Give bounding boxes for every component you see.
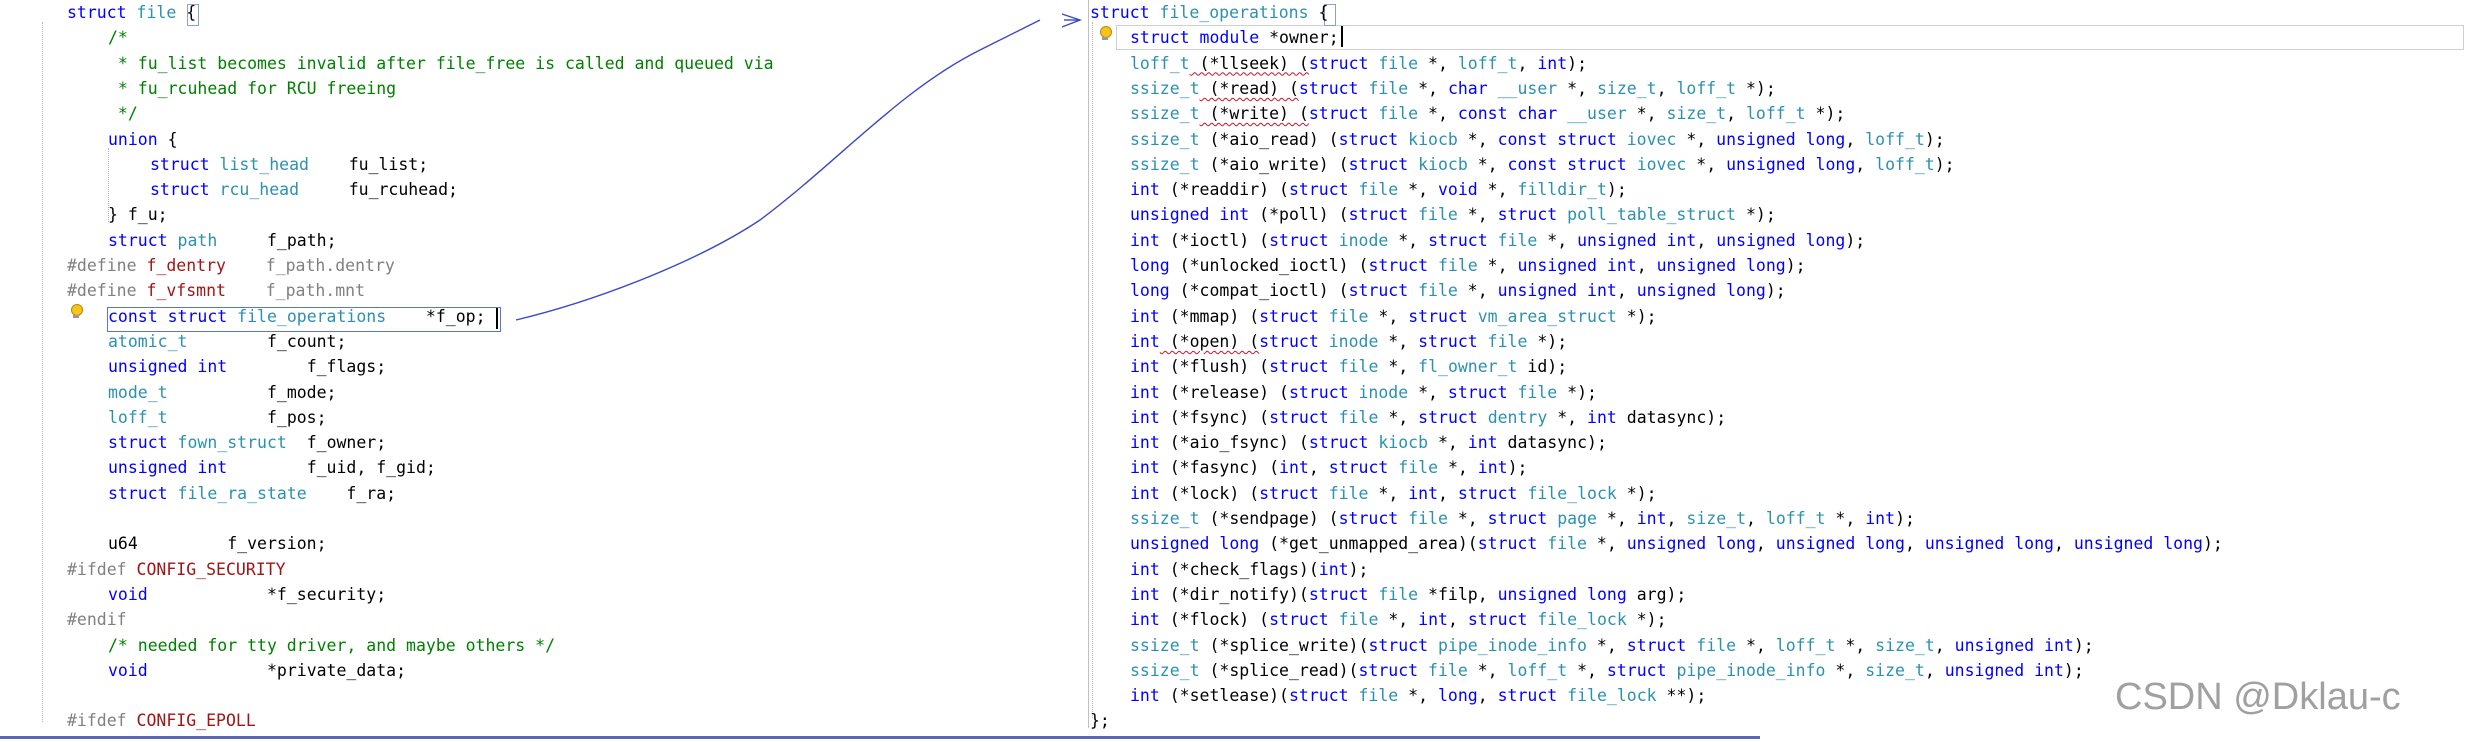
- horizontal-scrollbar[interactable]: [0, 736, 1760, 739]
- annotation-curve: [515, 19, 1041, 321]
- annotation-arrow: [515, 13, 1083, 321]
- watermark-text: CSDN @Dklau-c: [2115, 676, 2401, 718]
